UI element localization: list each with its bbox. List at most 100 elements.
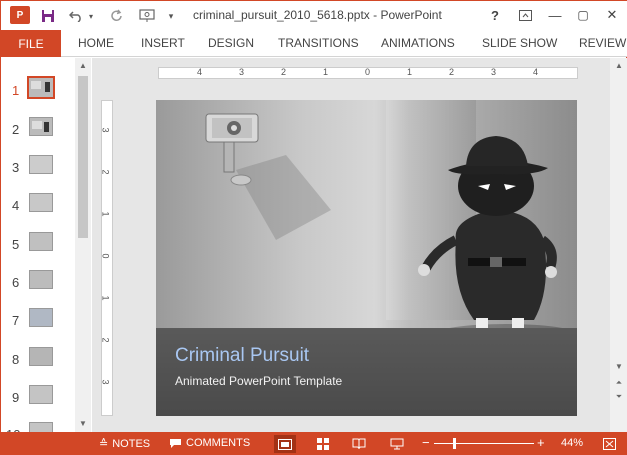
tab-design[interactable]: DESIGN [208,36,254,50]
slide-thumbnail-image [29,347,53,366]
slide-thumbnail-1[interactable]: 1 [1,76,77,106]
close-button[interactable]: ✕ [601,5,623,25]
spy-character-icon [418,136,576,344]
reading-view-icon [352,438,366,450]
comments-icon [170,438,181,448]
save-icon[interactable] [39,6,57,26]
zoom-in-button[interactable]: + [537,435,545,450]
zoom-slider-thumb[interactable] [453,438,456,449]
slide-thumbnail-image [29,308,53,327]
ruler-label: 4 [197,67,203,77]
slide-thumbnail-8[interactable]: 8 [1,345,77,375]
slide-thumbnail-5[interactable]: 5 [1,230,77,260]
slide-show-icon [390,438,404,450]
ruler-label: 3 [100,379,111,385]
next-slide-icon[interactable]: ⏷ [614,392,624,402]
zoom-slider[interactable] [434,443,534,444]
ruler-label: 2 [281,67,287,77]
notes-button[interactable]: ≙ NOTES [99,437,151,451]
comments-button[interactable]: COMMENTS [169,437,250,449]
powerpoint-logo-icon[interactable]: P [10,6,30,24]
fit-to-window-icon [602,438,616,450]
ruler-label: 3 [239,67,245,77]
ruler-label: 4 [533,67,539,77]
present-from-start-icon[interactable] [137,6,157,26]
normal-view-button[interactable] [274,435,296,453]
thumbnail-scrollbar[interactable]: ▲ ▼ [75,58,91,432]
customize-quick-access-icon[interactable]: ▾ [165,6,177,26]
slide-thumbnail-image [29,155,53,174]
fit-slide-button[interactable] [598,435,620,453]
slide-thumbnail-image [29,117,53,136]
undo-dropdown-icon[interactable]: ▾ [86,6,96,26]
vertical-ruler: 3 2 1 0 1 2 3 [101,100,113,416]
slide-number: 4 [12,198,20,213]
slide-number: 8 [12,352,20,367]
help-button[interactable]: ? [484,5,506,25]
slide-canvas[interactable]: Criminal Pursuit Animated PowerPoint Tem… [156,100,577,416]
scrollbar-thumb[interactable] [78,76,88,238]
slide-thumbnail-image [29,193,53,212]
slide-thumbnail-image [29,385,53,404]
slide-thumbnail-image [27,76,55,99]
ruler-label: 2 [449,67,455,77]
slide-show-button[interactable] [386,435,408,453]
notes-label: NOTES [112,437,151,450]
slide-thumbnail-10[interactable]: 10 [1,420,77,432]
zoom-level[interactable]: 44% [561,437,583,449]
slide-sorter-icon [317,438,329,450]
ruler-label: 0 [365,67,371,77]
slide-title[interactable]: Criminal Pursuit [175,345,309,367]
undo-icon[interactable] [67,6,85,26]
slide-thumbnail-4[interactable]: 4 [1,191,77,221]
ruler-label: 3 [491,67,497,77]
ruler-label: 1 [100,211,111,217]
ruler-label: 3 [100,127,111,133]
reading-view-button[interactable] [348,435,370,453]
slide-sorter-button[interactable] [312,435,334,453]
slide-number: 6 [12,275,20,290]
scroll-up-icon[interactable]: ▲ [614,61,624,70]
tab-slide-show[interactable]: SLIDE SHOW [482,36,557,50]
slide-thumbnail-6[interactable]: 6 [1,268,77,298]
scroll-down-icon[interactable]: ▼ [614,362,624,371]
powerpoint-window: P ▾ ▾ criminal_pursuit_2010_5618.pptx - … [0,0,627,455]
horizontal-ruler: 4 3 2 1 0 1 2 3 4 [158,67,578,79]
previous-slide-icon[interactable]: ⏶ [614,378,624,388]
slide-number: 2 [12,122,20,137]
slide-number: 9 [12,390,20,405]
slide-thumbnail-image [29,270,53,289]
slide-thumbnail-image [29,422,53,432]
ruler-label: 1 [323,67,329,77]
slide-thumbnail-7[interactable]: 7 [1,306,77,336]
caption-band [156,328,577,416]
tab-transitions[interactable]: TRANSITIONS [278,36,359,50]
tab-review[interactable]: REVIEW [579,36,626,50]
slide-thumbnail-2[interactable]: 2 [1,115,77,145]
slide-scrollbar[interactable]: ▲ ▼ ⏶ ⏷ [610,58,627,432]
ruler-label: 1 [407,67,413,77]
notes-icon: ≙ [99,438,109,450]
ruler-label: 0 [100,253,111,259]
ruler-label: 1 [100,295,111,301]
restore-button[interactable]: ▢ [572,5,594,25]
ribbon-display-icon[interactable] [514,5,536,25]
zoom-out-button[interactable]: − [422,435,430,450]
tab-home[interactable]: HOME [78,36,114,50]
scroll-up-icon[interactable]: ▲ [78,61,88,70]
slide-number: 5 [12,237,20,252]
minimize-button[interactable]: — [544,5,566,25]
ribbon-tabs: FILE HOME INSERT DESIGN TRANSITIONS ANIM… [1,30,627,57]
tab-animations[interactable]: ANIMATIONS [381,36,455,50]
normal-view-icon [278,438,292,450]
slide-thumbnail-9[interactable]: 9 [1,383,77,413]
file-tab[interactable]: FILE [1,30,61,57]
slide-thumbnail-image [29,232,53,251]
slide-number: 3 [12,160,20,175]
status-bar: ≙ NOTES COMMENTS − + 44% [1,432,627,455]
slide-subtitle[interactable]: Animated PowerPoint Template [175,374,342,388]
tab-insert[interactable]: INSERT [141,36,185,50]
slide-thumbnail-3[interactable]: 3 [1,153,77,183]
scroll-down-icon[interactable]: ▼ [78,419,88,428]
redo-icon[interactable] [108,6,126,26]
